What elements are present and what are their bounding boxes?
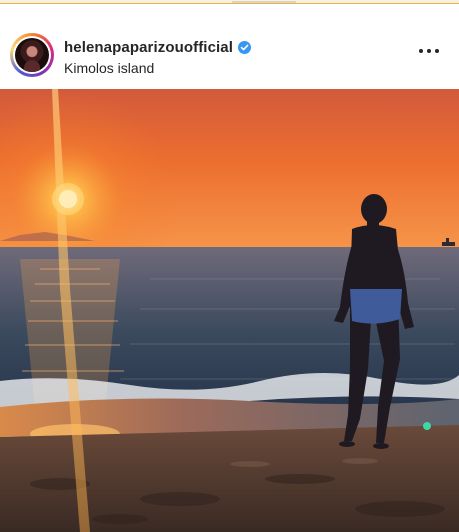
- username-link[interactable]: helenapaparizouofficial: [64, 39, 233, 56]
- post-photo[interactable]: [0, 89, 459, 532]
- top-accent-line: [0, 3, 459, 4]
- avatar-photo: [15, 38, 49, 72]
- top-scroll-mark: [232, 1, 296, 3]
- dot: [427, 49, 431, 53]
- dot: [435, 49, 439, 53]
- location-link[interactable]: Kimolos island: [64, 60, 154, 76]
- avatar-ring-gap: [13, 36, 51, 74]
- more-options-icon[interactable]: [419, 48, 439, 54]
- verified-badge-icon: [238, 40, 251, 54]
- avatar[interactable]: [10, 33, 54, 77]
- dot: [419, 49, 423, 53]
- post-header: helenapaparizouofficial Kimolos island: [0, 28, 459, 84]
- username-row: helenapaparizouofficial: [64, 37, 251, 57]
- top-border: [0, 0, 459, 4]
